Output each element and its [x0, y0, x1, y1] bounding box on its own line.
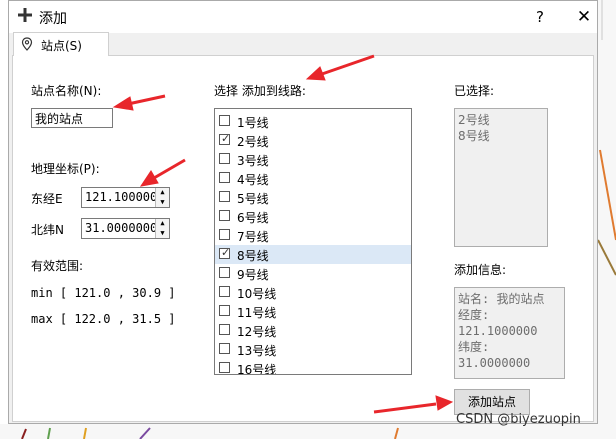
line-item-label: 9号线 — [237, 268, 269, 282]
line-checkbox[interactable] — [219, 267, 230, 278]
line-checkbox[interactable] — [219, 305, 230, 316]
station-name-label: 站点名称(N): — [31, 84, 102, 98]
close-button[interactable]: ✕ — [571, 6, 597, 28]
line-item-label: 2号线 — [237, 135, 269, 149]
line-checkbox[interactable] — [219, 210, 230, 221]
line-item-label: 6号线 — [237, 211, 269, 225]
line-item-label: 13号线 — [237, 344, 277, 358]
line-item-label: 4号线 — [237, 173, 269, 187]
longitude-stepper[interactable]: ▲ ▼ — [155, 188, 169, 207]
line-item-label: 12号线 — [237, 325, 277, 339]
range-max: max [ 122.0 , 31.5 ] — [31, 312, 176, 326]
spin-down-icon[interactable]: ▼ — [156, 229, 169, 239]
line-item-label: 11号线 — [237, 306, 277, 320]
latitude-spinbox[interactable]: 31.0000000 ▲ ▼ — [81, 218, 170, 239]
info-line: 经度: 121.1000000 — [458, 308, 538, 338]
line-item-label: 3号线 — [237, 154, 269, 168]
add-dialog: 添加 ? ✕ 站点名称(N): 我的站点 地理坐标(P): 东经E 121.10… — [8, 0, 598, 424]
checkmark-icon: ✓ — [221, 132, 231, 145]
line-checkbox[interactable] — [219, 362, 230, 373]
selected-line-text: 2号线 — [458, 113, 490, 127]
valid-range-label: 有效范围: — [31, 259, 84, 273]
line-item[interactable]: 3号线 — [215, 150, 411, 169]
line-item-label: 10号线 — [237, 287, 277, 301]
range-min: min [ 121.0 , 30.9 ] — [31, 286, 176, 300]
spin-down-icon[interactable]: ▼ — [156, 198, 169, 208]
tab-station-label: 站点(S) — [41, 39, 82, 53]
line-checkbox[interactable] — [219, 229, 230, 240]
background-map-lines — [598, 0, 616, 276]
info-line: 纬度: 31.0000000 — [458, 340, 531, 370]
line-checkbox[interactable] — [219, 172, 230, 183]
line-checkbox[interactable]: ✓ — [219, 132, 231, 145]
line-item[interactable]: 9号线 — [215, 264, 411, 283]
title-bar: 添加 ? ✕ — [9, 1, 597, 33]
help-button[interactable]: ? — [527, 6, 553, 28]
checkmark-icon: ✓ — [221, 246, 231, 259]
latitude-value: 31.0000000 — [85, 221, 158, 235]
line-checkbox[interactable] — [219, 153, 230, 164]
line-item-label: 1号线 — [237, 116, 269, 130]
line-checkbox[interactable] — [219, 324, 230, 335]
watermark: CSDN @biyezuopin — [456, 412, 581, 427]
tab-panel: 站点名称(N): 我的站点 地理坐标(P): 东经E 121.100000 ▲ … — [12, 55, 594, 422]
tab-station[interactable]: 站点(S) — [13, 32, 109, 56]
selected-line-text: 8号线 — [458, 129, 490, 143]
coordinates-label: 地理坐标(P): — [31, 162, 100, 176]
line-checkbox[interactable] — [219, 115, 230, 126]
line-item-label: 5号线 — [237, 192, 269, 206]
line-checkbox[interactable] — [219, 343, 230, 354]
line-item[interactable]: 13号线 — [215, 340, 411, 359]
window-title: 添加 — [39, 11, 67, 27]
line-checkbox[interactable]: ✓ — [219, 246, 231, 259]
line-item[interactable]: 1号线 — [215, 112, 411, 131]
line-checkbox[interactable] — [219, 191, 230, 202]
line-item[interactable]: 5号线 — [215, 188, 411, 207]
line-item[interactable]: 16号线 — [215, 359, 411, 375]
longitude-label: 东经E — [31, 192, 63, 206]
line-item-label: 7号线 — [237, 230, 269, 244]
line-checklist[interactable]: 1号线 ✓ 2号线 3号线 4号线 5号线 6号线 7号线 ✓ 8号线 9号线 10号线 11号线 12号… — [214, 108, 412, 375]
selected-label: 已选择: — [454, 84, 495, 98]
line-item[interactable]: 7号线 — [215, 226, 411, 245]
line-item[interactable]: 12号线 — [215, 321, 411, 340]
line-item[interactable]: 10号线 — [215, 283, 411, 302]
line-item[interactable]: ✓ 2号线 — [215, 131, 411, 150]
line-item-label: 16号线 — [237, 363, 277, 375]
info-box: 站名: 我的站点经度: 121.1000000 纬度: 31.0000000 — [454, 287, 565, 379]
longitude-spinbox[interactable]: 121.100000 ▲ ▼ — [81, 187, 170, 208]
station-name-input[interactable]: 我的站点 — [31, 108, 113, 128]
line-item[interactable]: 4号线 — [215, 169, 411, 188]
longitude-value: 121.100000 — [85, 190, 158, 204]
latitude-label: 北纬N — [31, 223, 64, 237]
info-line: 站名: 我的站点 — [458, 292, 545, 306]
background-app-strip — [598, 0, 616, 439]
latitude-stepper[interactable]: ▲ ▼ — [155, 219, 169, 238]
line-item[interactable]: ✓ 8号线 — [215, 245, 411, 264]
line-checkbox[interactable] — [219, 286, 230, 297]
plus-icon — [18, 8, 32, 22]
location-pin-icon — [21, 37, 33, 51]
spin-up-icon[interactable]: ▲ — [156, 188, 169, 198]
line-item-label: 8号线 — [237, 249, 269, 263]
spin-up-icon[interactable]: ▲ — [156, 219, 169, 229]
line-item[interactable]: 11号线 — [215, 302, 411, 321]
selected-lines-box: 2号线 8号线 — [454, 108, 548, 247]
line-item[interactable]: 6号线 — [215, 207, 411, 226]
info-label: 添加信息: — [454, 263, 507, 277]
lines-label: 选择 添加到线路: — [214, 84, 306, 98]
